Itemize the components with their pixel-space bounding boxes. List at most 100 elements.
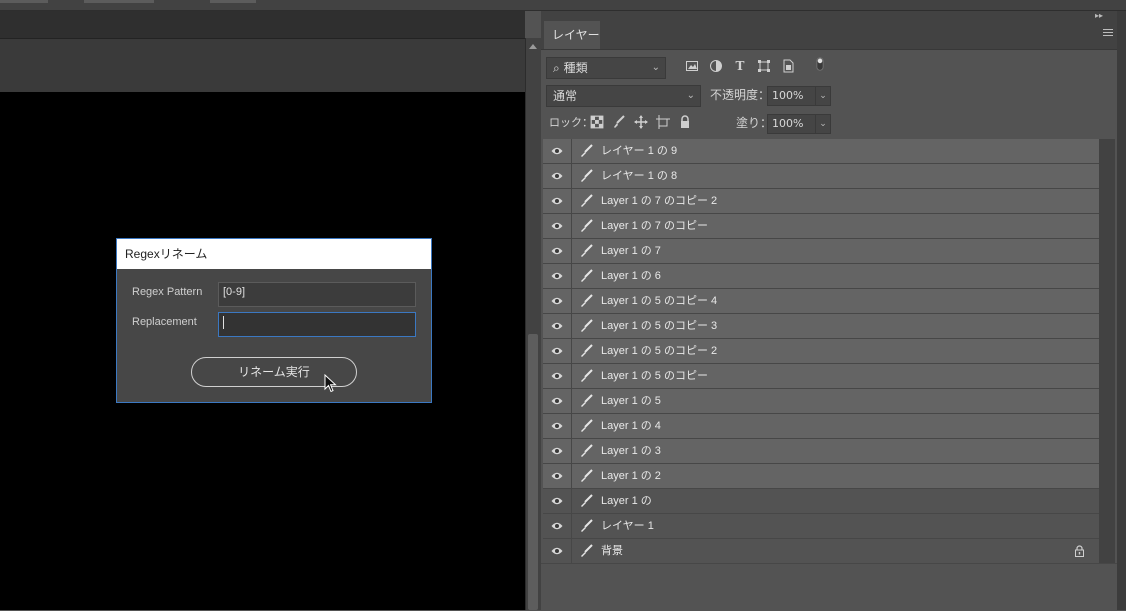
- collapse-panels-icon[interactable]: ▸▸: [1095, 11, 1103, 20]
- panel-menu-icon[interactable]: [1103, 29, 1113, 39]
- layer-row[interactable]: Layer 1 の 7: [543, 239, 1099, 264]
- opacity-input[interactable]: 100% ⌄: [767, 86, 831, 106]
- layer-row[interactable]: Layer 1 の 5 のコピー 3: [543, 314, 1099, 339]
- options-bar-control[interactable]: [210, 0, 256, 3]
- lock-position-icon[interactable]: [634, 115, 648, 129]
- image-filter-icon[interactable]: [685, 59, 699, 73]
- layer-row[interactable]: Layer 1 の 6: [543, 264, 1099, 289]
- eye-icon: [551, 347, 563, 355]
- visibility-toggle[interactable]: [543, 414, 572, 438]
- blend-mode-select[interactable]: 通常 ⌄: [546, 85, 701, 107]
- layer-name[interactable]: Layer 1 の 7 のコピー: [601, 214, 708, 239]
- lock-all-icon[interactable]: [678, 115, 692, 129]
- visibility-toggle[interactable]: [543, 339, 572, 363]
- lock-icon: [1075, 545, 1084, 557]
- brush-icon: [581, 144, 593, 157]
- layer-row[interactable]: Layer 1 の 4: [543, 414, 1099, 439]
- visibility-toggle[interactable]: [543, 239, 572, 263]
- options-bar-control[interactable]: [84, 0, 154, 3]
- layer-name[interactable]: Layer 1 の 6: [601, 264, 661, 289]
- visibility-toggle[interactable]: [543, 514, 572, 538]
- filter-toggle-icon[interactable]: [813, 57, 827, 71]
- eye-icon: [551, 422, 563, 430]
- smart-object-filter-icon[interactable]: [781, 59, 795, 73]
- layer-name[interactable]: Layer 1 の 5: [601, 389, 661, 414]
- layer-row[interactable]: Layer 1 の 5 のコピー 4: [543, 289, 1099, 314]
- layer-name[interactable]: Layer 1 の 7: [601, 239, 661, 264]
- options-bar-control[interactable]: [0, 0, 48, 3]
- layer-name[interactable]: レイヤー 1: [601, 514, 654, 539]
- brush-icon: [581, 244, 593, 257]
- eye-icon: [551, 147, 563, 155]
- replacement-input[interactable]: [218, 312, 416, 337]
- visibility-toggle[interactable]: [543, 489, 572, 513]
- brush-icon: [581, 494, 593, 507]
- layer-name[interactable]: Layer 1 の 3: [601, 439, 661, 464]
- panel-empty-area: [541, 563, 1117, 611]
- adjustment-filter-icon[interactable]: [709, 59, 723, 73]
- visibility-toggle[interactable]: [543, 314, 572, 338]
- visibility-toggle[interactable]: [543, 389, 572, 413]
- layer-name[interactable]: レイヤー 1 の 9: [601, 139, 677, 164]
- search-icon: ⌕: [553, 61, 560, 75]
- brush-icon: [581, 469, 593, 482]
- layer-name[interactable]: Layer 1 の 2: [601, 464, 661, 489]
- layer-name[interactable]: Layer 1 の 5 のコピー 2: [601, 339, 717, 364]
- layer-name[interactable]: Layer 1 の 5 のコピー: [601, 364, 708, 389]
- chevron-down-icon: ⌄: [686, 90, 695, 101]
- chevron-down-icon: ⌄: [651, 62, 660, 73]
- visibility-toggle[interactable]: [543, 364, 572, 388]
- layer-name[interactable]: Layer 1 の 7 のコピー 2: [601, 189, 717, 214]
- layer-row[interactable]: Layer 1 の 2: [543, 464, 1099, 489]
- layer-row[interactable]: 背景: [543, 539, 1099, 564]
- layer-row[interactable]: Layer 1 の 5 のコピー 2: [543, 339, 1099, 364]
- eye-icon: [551, 447, 563, 455]
- layer-list-scrollbar[interactable]: [1099, 139, 1115, 563]
- layer-row[interactable]: Layer 1 の 5: [543, 389, 1099, 414]
- panel-tab-row: レイヤー: [541, 21, 1117, 50]
- brush-icon: [581, 294, 593, 307]
- lock-artboard-icon[interactable]: [656, 115, 670, 129]
- visibility-toggle[interactable]: [543, 439, 572, 463]
- filter-kind-value: 種類: [563, 61, 588, 75]
- layer-row[interactable]: Layer 1 の 7 のコピー 2: [543, 189, 1099, 214]
- visibility-toggle[interactable]: [543, 464, 572, 488]
- layer-row[interactable]: Layer 1 の 5 のコピー: [543, 364, 1099, 389]
- layer-row[interactable]: レイヤー 1 の 9: [543, 139, 1099, 164]
- layer-row[interactable]: Layer 1 の 3: [543, 439, 1099, 464]
- visibility-toggle[interactable]: [543, 264, 572, 288]
- fill-input[interactable]: 100% ⌄: [767, 114, 831, 134]
- layer-name[interactable]: Layer 1 の 5 のコピー 4: [601, 289, 717, 314]
- chevron-down-icon[interactable]: ⌄: [815, 87, 830, 105]
- visibility-toggle[interactable]: [543, 214, 572, 238]
- visibility-toggle[interactable]: [543, 139, 572, 163]
- scroll-up-arrow-icon[interactable]: [529, 44, 537, 49]
- chevron-down-icon[interactable]: ⌄: [815, 115, 830, 133]
- visibility-toggle[interactable]: [543, 539, 572, 563]
- layer-row[interactable]: Layer 1 の: [543, 489, 1099, 514]
- layer-name[interactable]: Layer 1 の: [601, 489, 652, 514]
- regex-pattern-label: Regex Pattern: [132, 286, 203, 298]
- layer-row[interactable]: Layer 1 の 7 のコピー: [543, 214, 1099, 239]
- lock-image-pixels-icon[interactable]: [612, 115, 626, 129]
- visibility-toggle[interactable]: [543, 189, 572, 213]
- lock-transparent-pixels-icon[interactable]: [590, 115, 604, 129]
- layer-row[interactable]: レイヤー 1 の 8: [543, 164, 1099, 189]
- layer-name[interactable]: Layer 1 の 4: [601, 414, 661, 439]
- document-vertical-scrollbar[interactable]: [525, 38, 541, 610]
- tab-layers[interactable]: レイヤー: [544, 21, 600, 49]
- shape-filter-icon[interactable]: [757, 59, 771, 73]
- layer-name[interactable]: 背景: [601, 539, 623, 564]
- eye-icon: [551, 197, 563, 205]
- blend-mode-value: 通常: [553, 89, 578, 103]
- filter-kind-select[interactable]: ⌕ 種類 ⌄: [546, 57, 666, 79]
- scroll-thumb[interactable]: [528, 334, 538, 610]
- visibility-toggle[interactable]: [543, 164, 572, 188]
- eye-icon: [551, 222, 563, 230]
- layer-name[interactable]: Layer 1 の 5 のコピー 3: [601, 314, 717, 339]
- visibility-toggle[interactable]: [543, 289, 572, 313]
- regex-pattern-input[interactable]: [0-9]: [218, 282, 416, 307]
- type-filter-icon[interactable]: T: [733, 59, 747, 73]
- layer-row[interactable]: レイヤー 1: [543, 514, 1099, 539]
- layer-name[interactable]: レイヤー 1 の 8: [601, 164, 677, 189]
